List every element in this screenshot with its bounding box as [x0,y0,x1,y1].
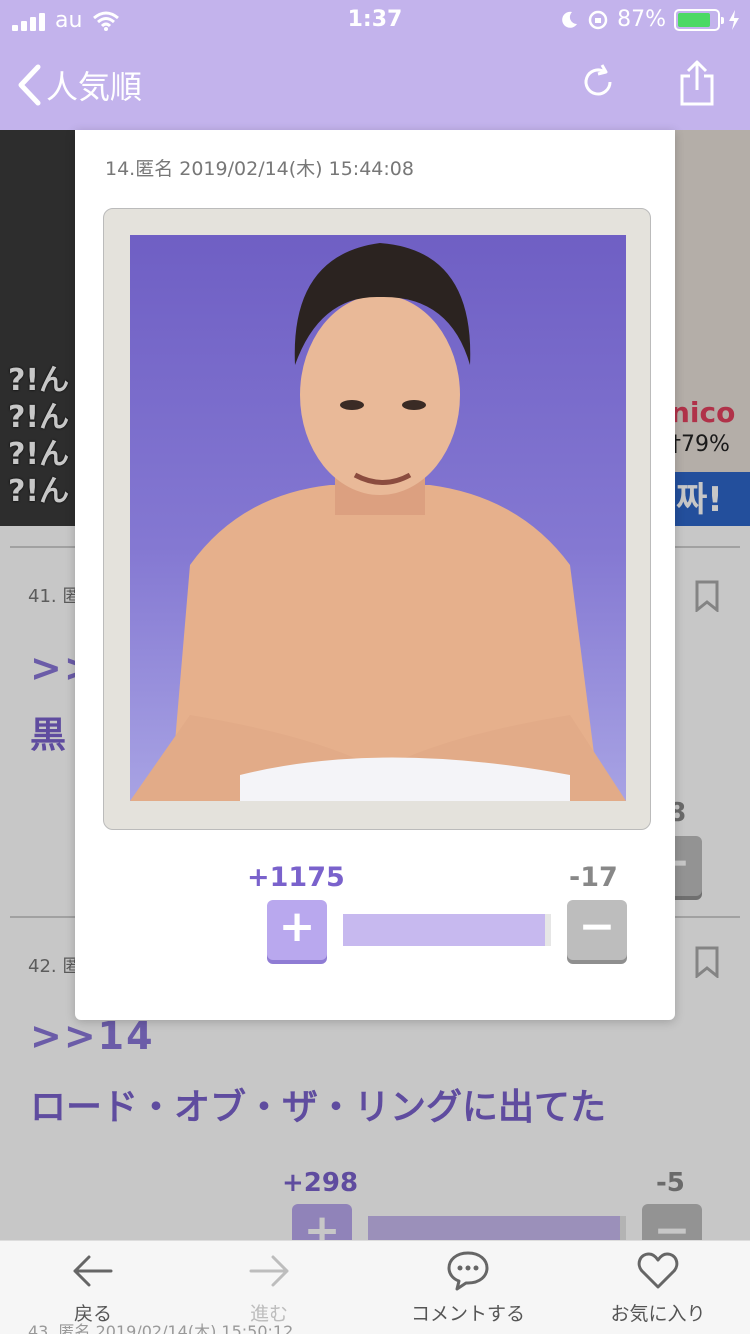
reload-icon[interactable] [578,62,618,102]
toolbar-forward-button[interactable]: 進む [234,1249,304,1326]
toolbar-favorite-label: お気に入り [610,1303,706,1325]
popup-plus-count: +1175 [247,862,345,893]
toolbar-comment-label: コメントする [410,1303,525,1325]
popup-minus-count: -17 [569,862,618,893]
popup-plus-button[interactable]: + [267,900,327,960]
toolbar-favorite-button[interactable]: お気に入り [600,1249,716,1326]
status-right: 87% [559,7,740,32]
photo-content [130,235,626,801]
popup-comment-meta: 14.匿名 2019/02/14(木) 15:44:08 [105,158,414,180]
battery-icon [674,8,724,31]
moon-icon [562,11,578,28]
popup-minus-button[interactable]: − [567,900,627,960]
back-label: 人気順 [46,68,143,106]
partial-comment-meta: 43. 匿名 2019/02/14(木) 15:50:12 [28,1322,294,1334]
comment-bubble-icon [447,1251,489,1291]
arrow-left-icon [73,1255,113,1287]
popup-vote-ratio-bar [343,914,551,946]
status-bar: au 1:37 87% [0,0,750,40]
comment-popup: 14.匿名 2019/02/14(木) 15:44:08 +1175 -17 +… [75,130,675,1020]
back-button[interactable]: 人気順 [16,62,142,108]
navigation-bar: 人気順 [0,40,750,130]
rotation-lock-icon [588,10,608,29]
share-icon[interactable] [676,60,718,106]
toolbar-comment-button[interactable]: コメントする [400,1249,536,1326]
chevron-left-icon [18,64,41,106]
battery-percent: 87% [617,7,666,32]
portrait-illustration [130,243,626,801]
arrow-right-icon [249,1255,289,1287]
toolbar-back-button[interactable]: 戻る [58,1249,128,1326]
heart-icon [637,1252,679,1289]
posted-photo[interactable] [103,208,651,830]
charging-icon [729,9,739,30]
